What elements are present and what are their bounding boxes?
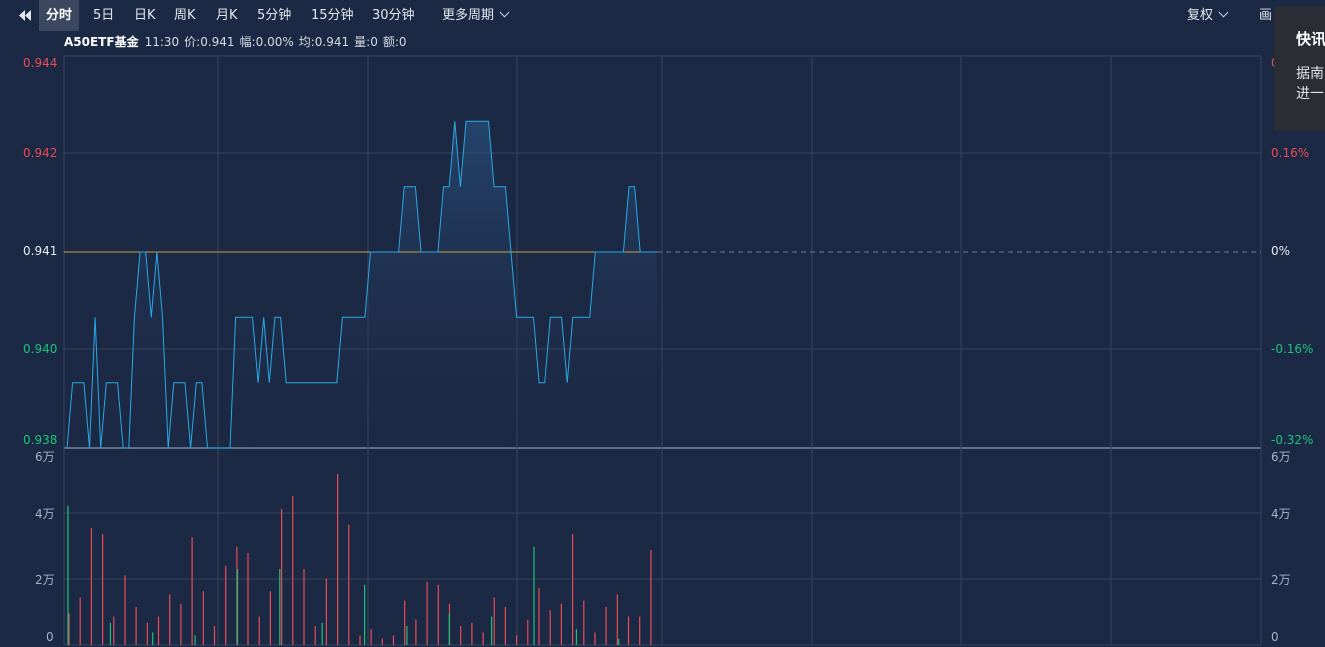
vol-tick-2w-right: 2万 <box>1271 573 1291 587</box>
news-flash-text: 据南 进一 <box>1296 66 1324 102</box>
price-tick-0940: 0.940 <box>23 342 58 356</box>
price-tick-0942: 0.942 <box>23 146 58 160</box>
pct-tick-0: 0% <box>1271 244 1291 258</box>
vol-tick-2w-left: 2万 <box>35 573 55 587</box>
intraday-chart[interactable] <box>0 0 1325 647</box>
price-tick-0944: 0.944 <box>23 56 58 70</box>
vol-tick-4w-right: 4万 <box>1271 507 1291 521</box>
vol-tick-0-right: 0 <box>1271 630 1279 644</box>
pct-tick-minus016: -0.16% <box>1271 342 1314 356</box>
price-area-fill <box>67 121 658 449</box>
news-flash-title: 快讯 <box>1296 30 1325 48</box>
vol-tick-6w-right: 6万 <box>1271 450 1291 464</box>
vol-tick-4w-left: 4万 <box>35 507 55 521</box>
vol-tick-0-left: 0 <box>46 630 54 644</box>
price-tick-0941: 0.941 <box>23 244 58 258</box>
pct-tick-minus032: -0.32% <box>1271 433 1314 447</box>
price-tick-0938: 0.938 <box>23 433 58 447</box>
pct-tick-016: 0.16% <box>1271 146 1310 160</box>
volume-bars <box>67 474 652 645</box>
vol-tick-6w-left: 6万 <box>35 450 55 464</box>
news-flash-popup[interactable]: 快讯 据南 进一 <box>1274 6 1325 131</box>
